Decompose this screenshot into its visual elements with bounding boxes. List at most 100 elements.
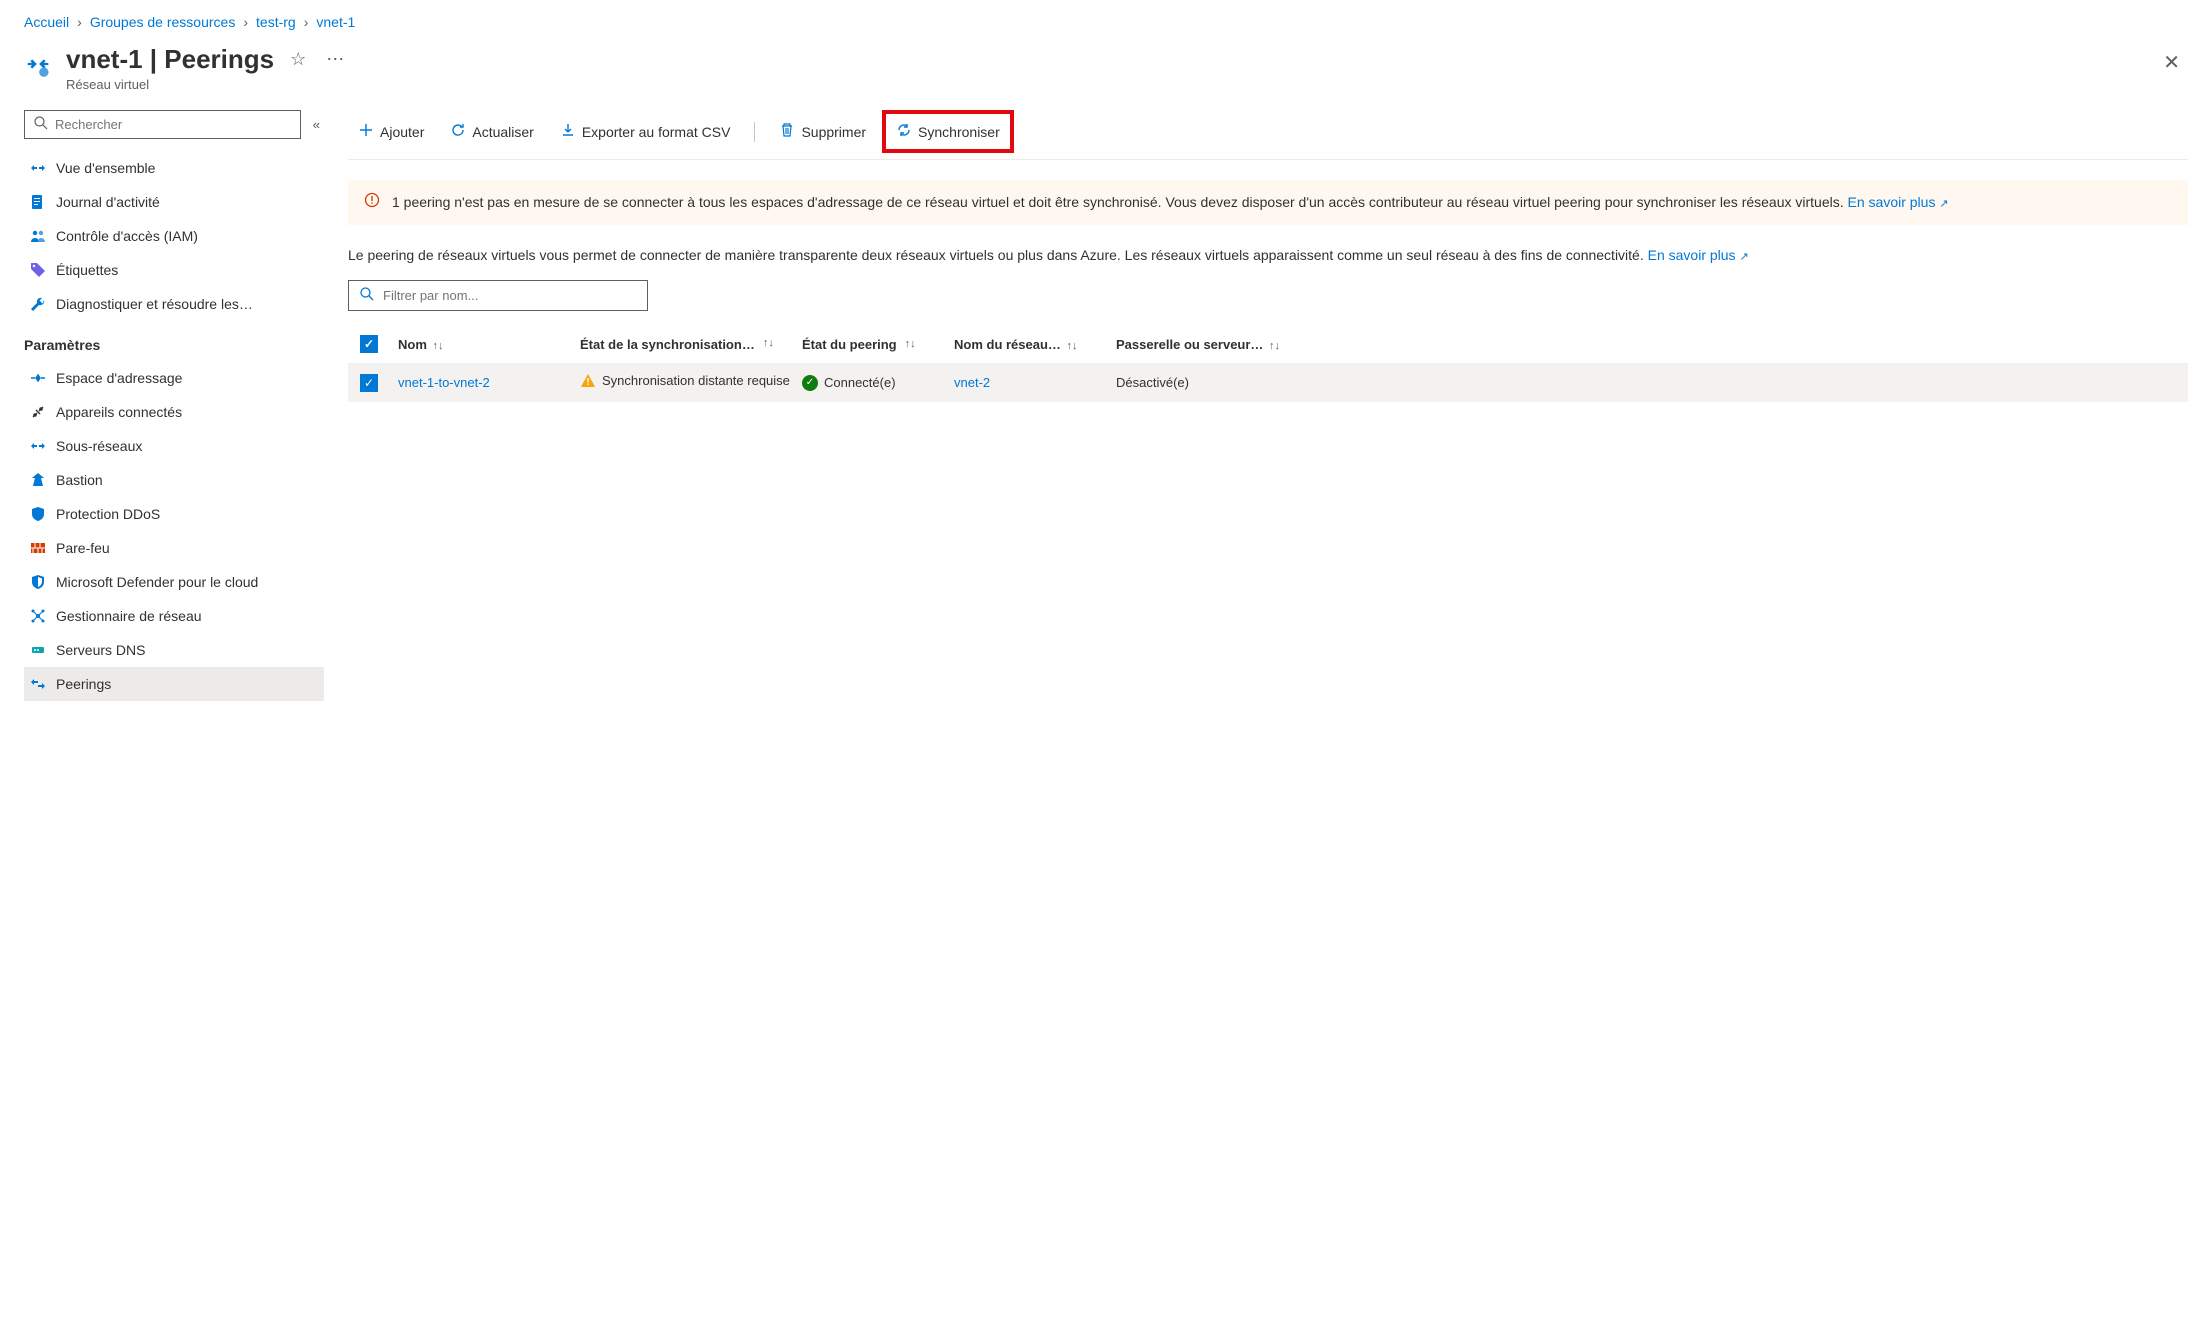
sort-icon[interactable]: ↑↓ [763, 337, 774, 349]
sort-icon[interactable]: ↑↓ [1067, 340, 1078, 352]
sort-icon[interactable]: ↑↓ [1269, 340, 1280, 352]
sidebar-item-overview[interactable]: Vue d'ensemble [24, 151, 324, 185]
remote-vnet-link[interactable]: vnet-2 [954, 375, 990, 390]
refresh-button[interactable]: Actualiser [440, 114, 543, 149]
sidebar-item-firewall[interactable]: Pare-feu [24, 531, 324, 565]
sidebar-item-diagnose[interactable]: Diagnostiquer et résoudre les… [24, 287, 324, 321]
shield-icon [30, 506, 46, 522]
people-icon [30, 228, 46, 244]
sidebar-item-label: Peerings [56, 676, 111, 692]
button-label: Actualiser [472, 124, 533, 140]
search-icon [33, 115, 49, 134]
breadcrumb-item[interactable]: Accueil [24, 14, 69, 30]
success-icon: ✓ [802, 375, 818, 391]
bastion-icon [30, 472, 46, 488]
sidebar-item-iam[interactable]: Contrôle d'accès (IAM) [24, 219, 324, 253]
close-button[interactable]: ✕ [2155, 46, 2188, 79]
peering-status-text: Connecté(e) [824, 375, 896, 390]
toolbar-divider [754, 122, 755, 142]
refresh-icon [450, 122, 466, 141]
network-manager-icon [30, 608, 46, 624]
peering-name-link[interactable]: vnet-1-to-vnet-2 [398, 375, 490, 390]
sort-icon[interactable]: ↑↓ [905, 338, 916, 350]
plus-icon [358, 122, 374, 141]
button-label: Synchroniser [918, 124, 1000, 140]
sidebar-item-subnets[interactable]: Sous-réseaux [24, 429, 324, 463]
banner-learn-more-link[interactable]: En savoir plus ↗ [1848, 194, 1949, 210]
sidebar-item-bastion[interactable]: Bastion [24, 463, 324, 497]
sidebar-search-input[interactable] [55, 117, 292, 132]
sidebar-item-label: Diagnostiquer et résoudre les… [56, 296, 253, 312]
breadcrumb-item[interactable]: Groupes de ressources [90, 14, 236, 30]
sidebar-item-defender[interactable]: Microsoft Defender pour le cloud [24, 565, 324, 599]
warning-icon [580, 373, 596, 392]
breadcrumb: Accueil › Groupes de ressources › test-r… [24, 0, 2188, 44]
sync-button[interactable]: Synchroniser [882, 110, 1014, 153]
chevron-right-icon: › [304, 14, 309, 30]
address-space-icon [30, 370, 46, 386]
sidebar-item-tags[interactable]: Étiquettes [24, 253, 324, 287]
log-icon [30, 194, 46, 210]
sidebar-item-label: Étiquettes [56, 262, 118, 278]
sidebar-item-label: Serveurs DNS [56, 642, 145, 658]
chevron-right-icon: › [77, 14, 82, 30]
sidebar-item-network-manager[interactable]: Gestionnaire de réseau [24, 599, 324, 633]
sidebar-item-dns[interactable]: Serveurs DNS [24, 633, 324, 667]
tag-icon [30, 262, 46, 278]
sidebar-item-label: Sous-réseaux [56, 438, 142, 454]
info-icon [364, 192, 380, 213]
export-csv-button[interactable]: Exporter au format CSV [550, 114, 741, 149]
sidebar-item-label: Gestionnaire de réseau [56, 608, 202, 624]
table-header: ✓ Nom ↑↓ État de la synchronisation… ↑↓ … [348, 325, 2188, 363]
subnet-icon [30, 438, 46, 454]
plug-icon [30, 404, 46, 420]
table-row[interactable]: ✓ vnet-1-to-vnet-2 Synchronisation dista… [348, 363, 2188, 402]
breadcrumb-item[interactable]: vnet-1 [316, 14, 355, 30]
defender-icon [30, 574, 46, 590]
column-header-gateway[interactable]: Passerelle ou serveur… [1116, 337, 1263, 352]
sidebar-search[interactable] [24, 110, 301, 139]
peerings-icon [30, 676, 46, 692]
favorite-button[interactable]: ☆ [286, 45, 310, 74]
trash-icon [779, 122, 795, 141]
add-button[interactable]: Ajouter [348, 114, 434, 149]
delete-button[interactable]: Supprimer [769, 114, 876, 149]
sync-status-text: Synchronisation distante requise [602, 373, 790, 388]
sidebar-item-peerings[interactable]: Peerings [24, 667, 324, 701]
button-label: Exporter au format CSV [582, 124, 731, 140]
banner-text: 1 peering n'est pas en mesure de se conn… [392, 194, 1844, 210]
page-title: vnet-1 | Peerings [66, 44, 274, 75]
filter-input[interactable] [383, 288, 637, 303]
sidebar-item-label: Vue d'ensemble [56, 160, 155, 176]
sidebar-item-ddos[interactable]: Protection DDoS [24, 497, 324, 531]
close-icon: ✕ [2163, 52, 2180, 74]
sidebar-item-connected-devices[interactable]: Appareils connectés [24, 395, 324, 429]
external-link-icon: ↗ [1939, 198, 1948, 210]
description-text: Le peering de réseaux virtuels vous perm… [348, 247, 1644, 263]
toolbar: Ajouter Actualiser Exporter au format CS… [348, 110, 2188, 160]
more-button[interactable]: ⋯ [322, 45, 348, 74]
filter-box[interactable] [348, 280, 648, 311]
sidebar-item-label: Espace d'adressage [56, 370, 182, 386]
column-header-name[interactable]: Nom [398, 337, 427, 352]
gateway-status-text: Désactivé(e) [1116, 375, 1189, 390]
breadcrumb-item[interactable]: test-rg [256, 14, 296, 30]
sidebar-item-label: Journal d'activité [56, 194, 160, 210]
row-checkbox[interactable]: ✓ [360, 374, 378, 392]
sync-icon [896, 122, 912, 141]
ellipsis-icon: ⋯ [326, 49, 344, 69]
button-label: Supprimer [801, 124, 866, 140]
collapse-sidebar-button[interactable]: « [309, 113, 324, 136]
sort-icon[interactable]: ↑↓ [433, 340, 444, 352]
sidebar-item-label: Appareils connectés [56, 404, 182, 420]
sidebar-item-activity-log[interactable]: Journal d'activité [24, 185, 324, 219]
peerings-table: ✓ Nom ↑↓ État de la synchronisation… ↑↓ … [348, 325, 2188, 402]
select-all-checkbox[interactable]: ✓ [360, 335, 378, 353]
column-header-network[interactable]: Nom du réseau… [954, 337, 1061, 352]
sidebar-item-address-space[interactable]: Espace d'adressage [24, 361, 324, 395]
description-learn-more-link[interactable]: En savoir plus ↗ [1648, 247, 1749, 263]
column-header-sync[interactable]: État de la synchronisation… [580, 337, 755, 352]
vnet-icon [24, 50, 52, 78]
star-icon: ☆ [290, 49, 306, 69]
column-header-peering[interactable]: État du peering [802, 337, 897, 352]
